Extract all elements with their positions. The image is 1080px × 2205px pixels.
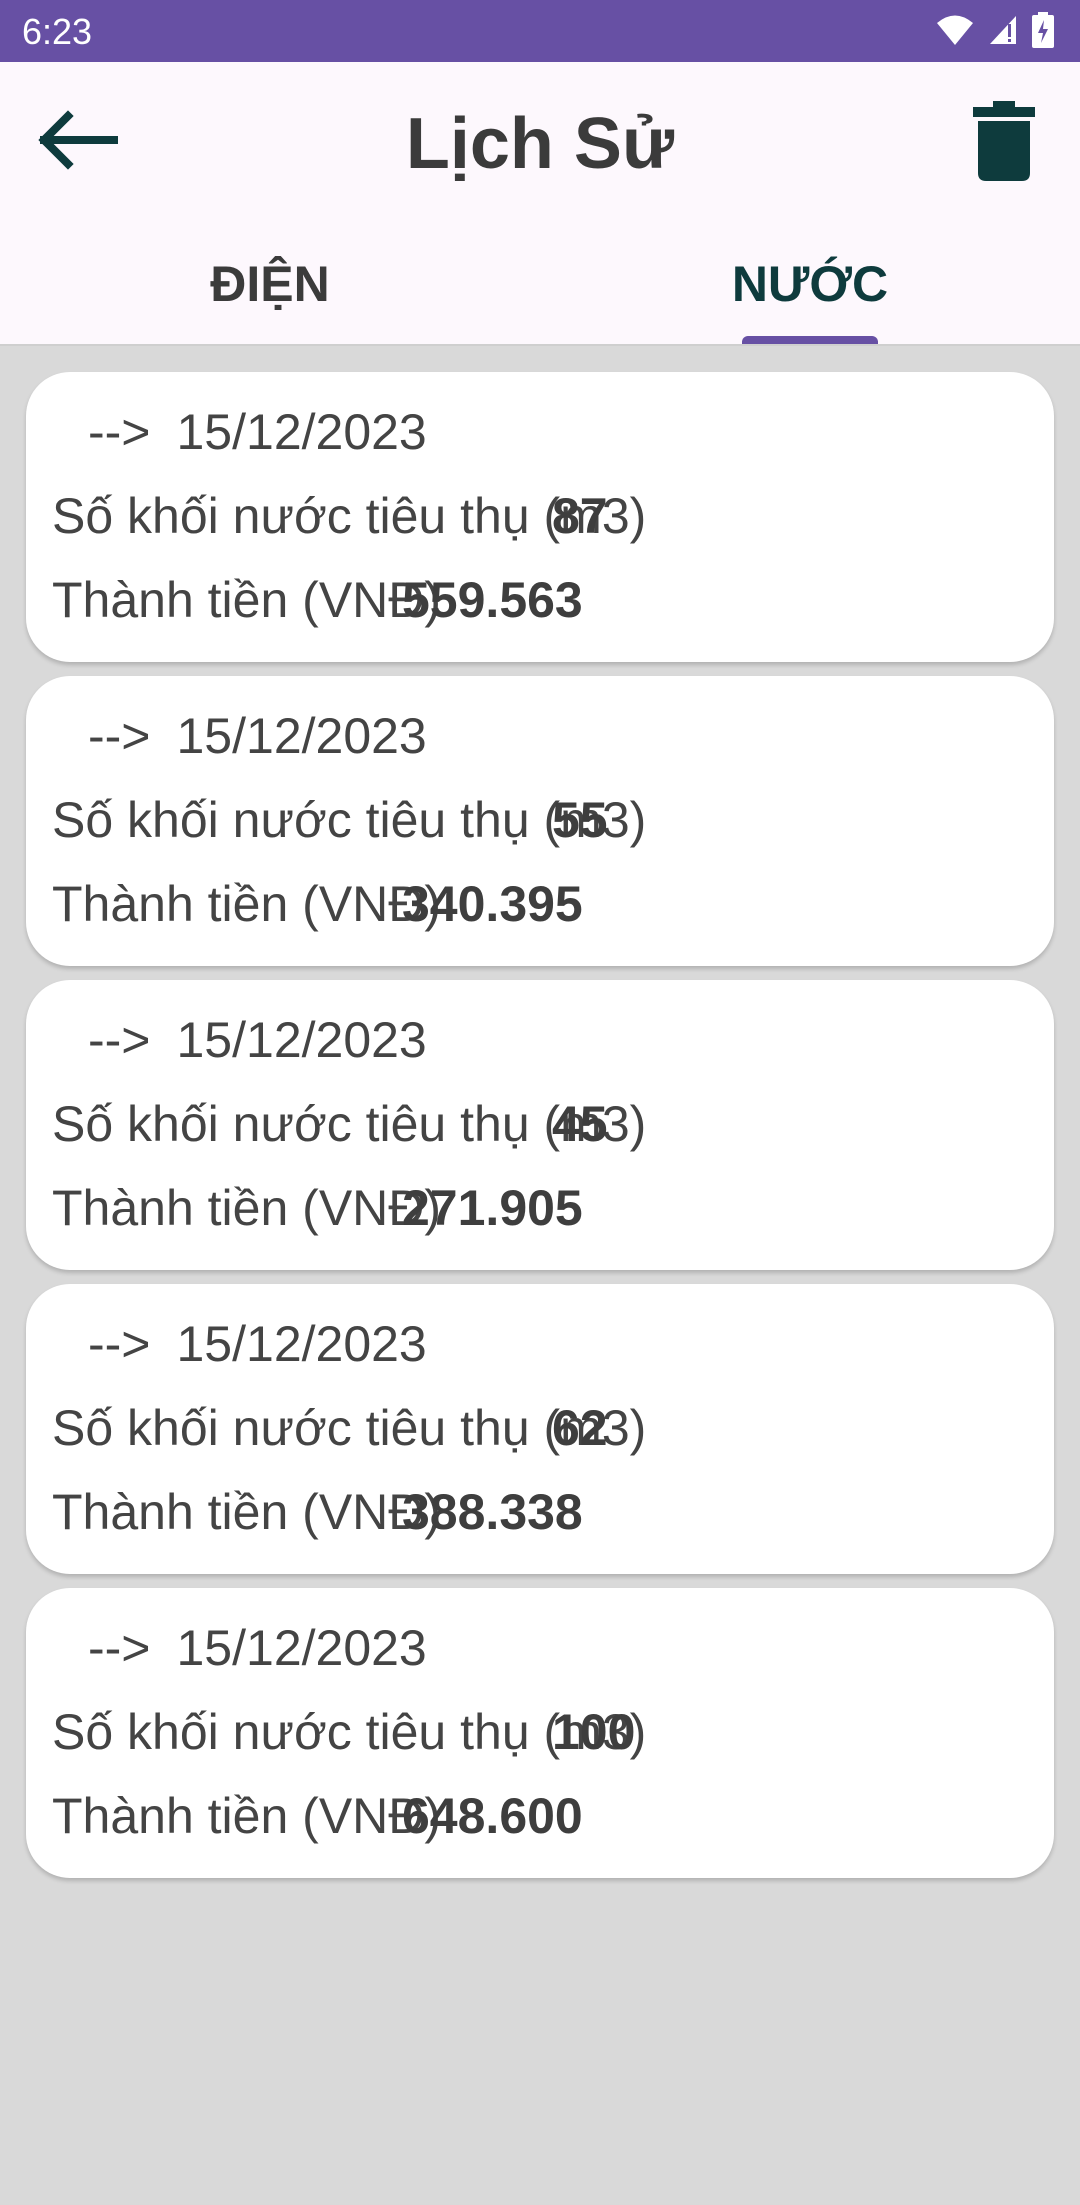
card-date: 15/12/2023 <box>176 708 427 764</box>
status-time: 6:23 <box>22 11 93 52</box>
card-arrow: --> <box>88 404 151 460</box>
cost-row: Thành tiền (VNĐ) 271.905 <box>52 1178 583 1238</box>
card-date-row: --> 15/12/2023 <box>88 706 427 766</box>
volume-row: Số khối nước tiêu thụ (m3) 55 <box>52 790 646 850</box>
cost-label: Thành tiền (VNĐ) <box>52 1484 442 1540</box>
tab-nuoc-label: NƯỚC <box>731 256 889 312</box>
card-date: 15/12/2023 <box>176 1012 427 1068</box>
cost-value: 340.395 <box>402 876 583 932</box>
page-title: Lịch Sử <box>405 104 675 184</box>
card-date-row: --> 15/12/2023 <box>88 1314 427 1374</box>
card-date-row: --> 15/12/2023 <box>88 1618 427 1678</box>
history-card[interactable]: --> 15/12/2023 Số khối nước tiêu thụ (m3)… <box>26 372 1054 662</box>
trash-icon <box>973 100 1035 186</box>
card-arrow: --> <box>88 1316 151 1372</box>
card-date-row: --> 15/12/2023 <box>88 402 427 462</box>
status-bar: 6:23 <box>0 0 1080 62</box>
card-arrow: --> <box>88 1620 151 1676</box>
cost-row: Thành tiền (VNĐ) 388.338 <box>52 1482 583 1542</box>
history-card[interactable]: --> 15/12/2023 Số khối nước tiêu thụ (m3)… <box>26 676 1054 966</box>
volume-value: 45 <box>552 1096 608 1152</box>
battery-charging-icon <box>1032 11 1054 53</box>
tab-dien-label: ĐIỆN <box>210 256 330 312</box>
card-arrow: --> <box>88 1012 151 1068</box>
volume-row: Số khối nước tiêu thụ (m3) 62 <box>52 1398 646 1458</box>
status-icons <box>936 11 1054 53</box>
cost-row: Thành tiền (VNĐ) 559.563 <box>52 570 583 630</box>
app-bar: Lịch Sử <box>0 62 1080 220</box>
cell-signal-icon <box>988 14 1018 51</box>
tab-active-indicator <box>742 336 878 344</box>
history-card[interactable]: --> 15/12/2023 Số khối nước tiêu thụ (m3)… <box>26 980 1054 1270</box>
cost-value: 648.600 <box>402 1788 583 1844</box>
volume-row: Số khối nước tiêu thụ (m3) 100 <box>52 1702 646 1762</box>
cost-label: Thành tiền (VNĐ) <box>52 572 442 628</box>
card-date: 15/12/2023 <box>176 1620 427 1676</box>
volume-value: 62 <box>552 1400 608 1456</box>
card-date: 15/12/2023 <box>176 404 427 460</box>
volume-value: 87 <box>552 488 608 544</box>
card-arrow: --> <box>88 708 151 764</box>
card-date-row: --> 15/12/2023 <box>88 1010 427 1070</box>
cost-value: 559.563 <box>402 572 583 628</box>
cost-label: Thành tiền (VNĐ) <box>52 1180 442 1236</box>
wifi-icon <box>936 14 974 51</box>
cost-value: 271.905 <box>402 1180 583 1236</box>
cost-row: Thành tiền (VNĐ) 648.600 <box>52 1786 583 1846</box>
history-card[interactable]: --> 15/12/2023 Số khối nước tiêu thụ (m3)… <box>26 1284 1054 1574</box>
delete-button[interactable] <box>954 98 1054 188</box>
cost-row: Thành tiền (VNĐ) 340.395 <box>52 874 583 934</box>
cost-value: 388.338 <box>402 1484 583 1540</box>
volume-row: Số khối nước tiêu thụ (m3) 87 <box>52 486 646 546</box>
tab-dien[interactable]: ĐIỆN <box>0 220 540 344</box>
volume-value: 55 <box>552 792 608 848</box>
history-list: --> 15/12/2023 Số khối nước tiêu thụ (m3)… <box>26 372 1054 1892</box>
cost-label: Thành tiền (VNĐ) <box>52 876 442 932</box>
history-card[interactable]: --> 15/12/2023 Số khối nước tiêu thụ (m3)… <box>26 1588 1054 1878</box>
volume-value: 100 <box>552 1704 636 1760</box>
card-date: 15/12/2023 <box>176 1316 427 1372</box>
cost-label: Thành tiền (VNĐ) <box>52 1788 442 1844</box>
volume-row: Số khối nước tiêu thụ (m3) 45 <box>52 1094 646 1154</box>
tab-bar: ĐIỆN NƯỚC <box>0 220 1080 346</box>
tab-nuoc[interactable]: NƯỚC <box>540 220 1080 344</box>
